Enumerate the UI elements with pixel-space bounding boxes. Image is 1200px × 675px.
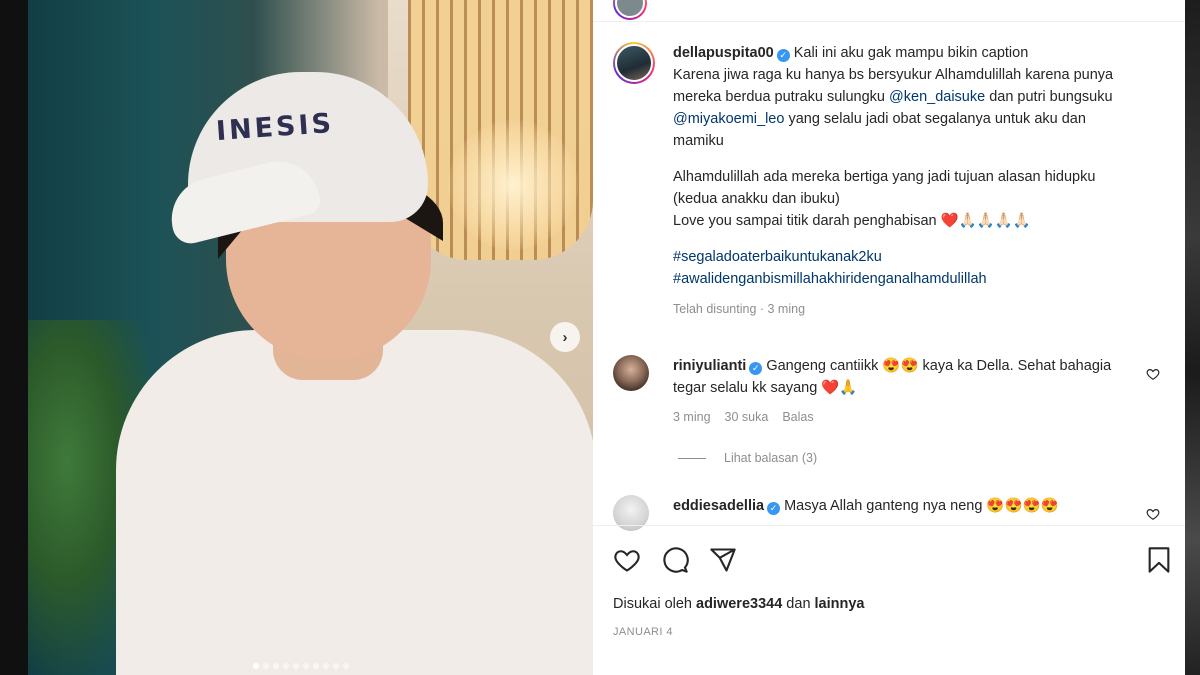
caption-para3: Love you sampai titik darah penghabisan … <box>673 213 1031 229</box>
carousel-dot <box>293 663 299 669</box>
mention-miyakoemi[interactable]: @miyakoemi_leo <box>673 111 784 127</box>
hashtag-2[interactable]: #awalidenganbismillahakhiridenganalhamdu… <box>673 268 1128 290</box>
heart-icon[interactable] <box>1146 367 1160 381</box>
comment-text: Masya Allah ganteng nya neng 😍😍😍😍 <box>784 498 1059 514</box>
carousel-dot <box>303 663 309 669</box>
verified-badge-icon: ✓ <box>767 502 781 515</box>
carousel-dot <box>343 663 349 669</box>
post-panel: dellapuspita00 ✓ Kali ini aku gak mampu bi… <box>593 0 1185 675</box>
share-icon[interactable] <box>709 546 737 574</box>
caption-para2: Alhamdulillah ada mereka bertiga yang ja… <box>673 169 1096 207</box>
post-photo: INESIS › <box>28 0 593 675</box>
comment-time[interactable]: 3 ming <box>673 410 711 424</box>
verified-badge-icon: ✓ <box>749 362 763 375</box>
photo-lamp-glow <box>448 120 578 250</box>
heart-icon[interactable] <box>1146 507 1160 521</box>
carousel-next-button[interactable]: › <box>550 322 580 352</box>
hashtag-1[interactable]: #segaladoaterbaikuntukanak2ku <box>673 246 1128 268</box>
liked-by-user[interactable]: adiwere3344 <box>696 596 782 612</box>
header-avatar[interactable] <box>613 0 647 20</box>
author-avatar[interactable] <box>613 42 655 84</box>
mention-ken[interactable]: @ken_daisuke <box>889 89 985 105</box>
comment-icon[interactable] <box>661 546 689 574</box>
view-replies-label: Lihat balasan (3) <box>724 451 818 465</box>
comment-reply-button[interactable]: Balas <box>782 410 813 424</box>
comment-username[interactable]: eddiesadellia <box>673 498 764 514</box>
carousel-dot <box>273 663 279 669</box>
carousel-dots <box>253 663 349 669</box>
chevron-right-icon: › <box>562 328 568 346</box>
like-heart-icon[interactable] <box>613 546 641 574</box>
carousel-dot <box>313 663 319 669</box>
comment-username[interactable]: riniyulianti <box>673 358 746 374</box>
comment-likes[interactable]: 30 suka <box>725 410 769 424</box>
comment-avatar[interactable] <box>613 355 649 391</box>
author-username[interactable]: dellapuspita00 <box>673 45 774 61</box>
background-right <box>1185 0 1200 675</box>
carousel-dot <box>323 663 329 669</box>
liked-by-text: Disukai oleh adiwere3344 dan lainnya <box>613 596 865 612</box>
view-replies-button[interactable]: Lihat balasan (3) <box>678 451 817 465</box>
post-date[interactable]: JANUARI 4 <box>613 626 673 638</box>
caption-line1: Kali ini aku gak mampu bikin caption <box>793 45 1029 61</box>
photo-shirt <box>116 330 593 675</box>
carousel-dot <box>283 663 289 669</box>
carousel-dot <box>253 663 259 669</box>
caption-edited-time: Telah disunting · 3 ming <box>673 302 806 316</box>
post-actions: Disukai oleh adiwere3344 dan lainnya JAN… <box>593 525 1185 675</box>
bookmark-icon[interactable] <box>1145 546 1173 574</box>
background-left <box>0 0 28 675</box>
carousel-dot <box>333 663 339 669</box>
post-header-strip <box>593 0 1185 22</box>
liked-by-others[interactable]: lainnya <box>815 596 865 612</box>
verified-badge-icon: ✓ <box>776 49 790 62</box>
caption-line2b: dan putri bungsuku <box>985 89 1113 105</box>
carousel-dot <box>263 663 269 669</box>
